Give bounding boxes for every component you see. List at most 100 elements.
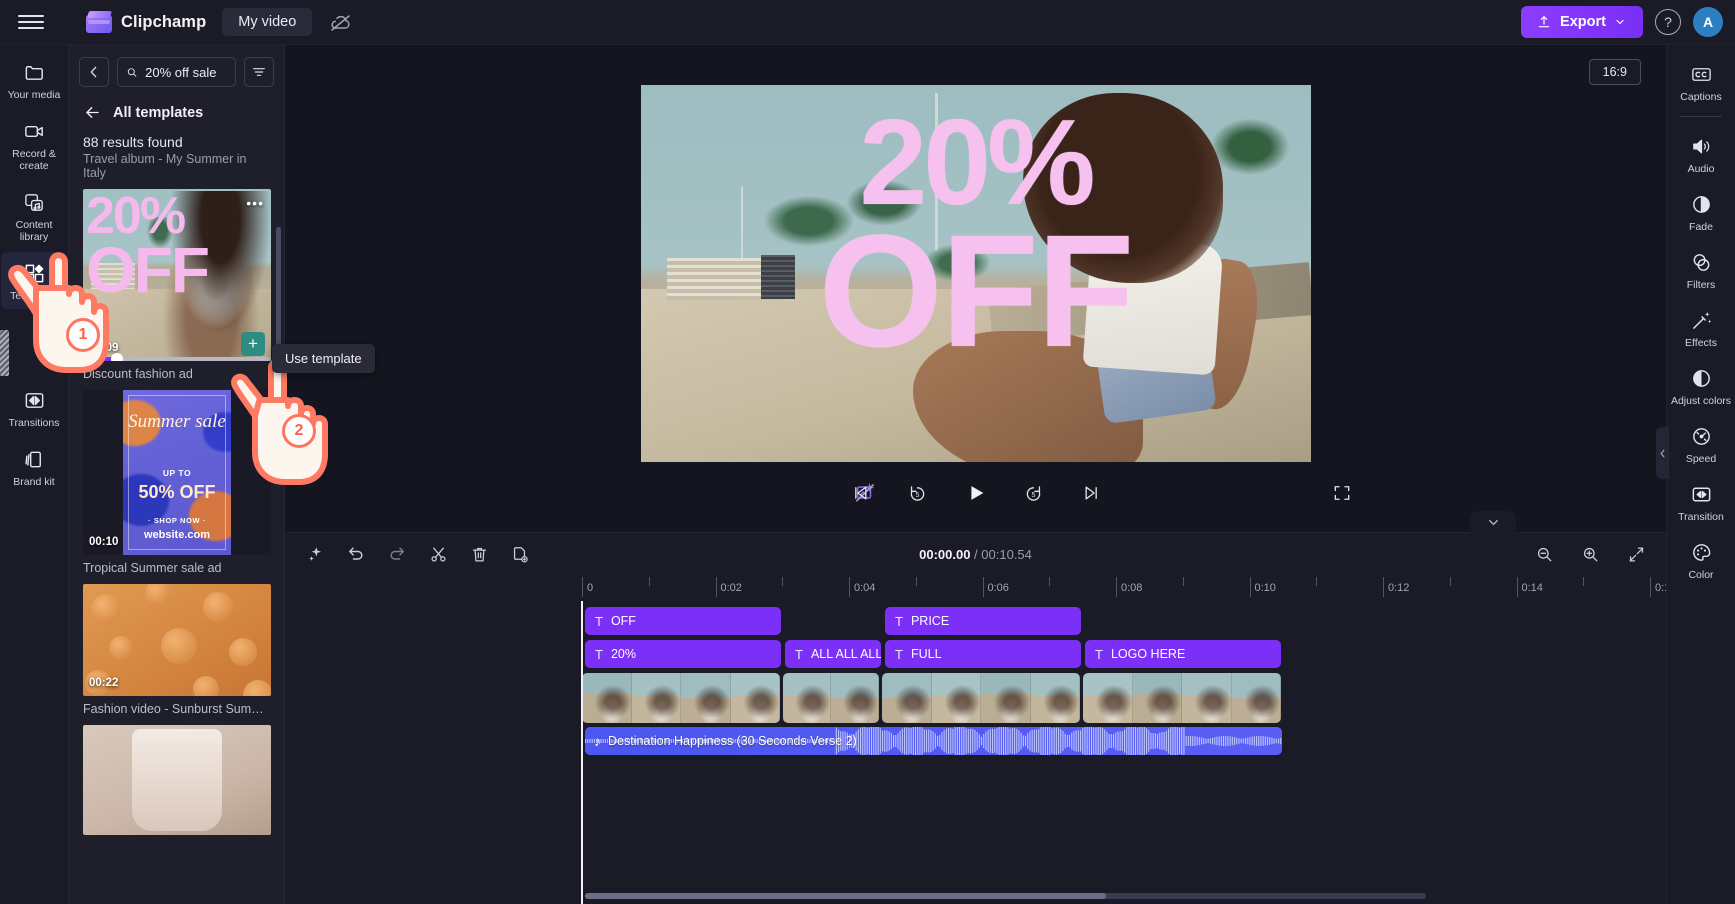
template-card-fashion-video-sunburst[interactable]: 00:22 Fashion video - Sunburst Summer co… [83, 584, 271, 716]
property-item-fade[interactable]: Fade [1668, 183, 1734, 240]
timeline-clip-video[interactable] [1083, 673, 1281, 723]
panel-scrollbar[interactable] [276, 227, 281, 362]
track-text-1: T OFF T PRICE [285, 607, 1666, 635]
play-button[interactable] [962, 479, 990, 507]
template-thumbnail[interactable]: Summer sale UP TO 50% OFF · SHOP NOW · w… [83, 390, 271, 555]
sidebar-label: Content library [15, 219, 53, 243]
project-name-field[interactable]: My video [222, 8, 313, 36]
forward-5-icon[interactable]: 5 [1020, 479, 1048, 507]
sidebar-item-content-library[interactable]: Content library [1, 181, 67, 250]
brand-name: Clipchamp [121, 12, 207, 31]
timeline-clip-audio[interactable]: ♪ Destination Happiness (30 Seconds Verse… [585, 727, 1282, 755]
timeline-horizontal-scrollbar[interactable] [585, 893, 1426, 899]
template-thumbnail[interactable] [83, 725, 271, 835]
search-input[interactable] [145, 64, 227, 80]
sidebar-item-brand-kit[interactable]: Brand kit [1, 438, 67, 495]
zoom-out-icon[interactable] [1532, 542, 1556, 566]
all-templates-back[interactable]: All templates [69, 95, 284, 126]
color-palette-icon [1689, 540, 1713, 564]
right-panel-collapse-button[interactable] [1656, 427, 1669, 479]
sidebar-item-your-media[interactable]: Your media [1, 51, 67, 108]
timeline-clip-text[interactable]: T ALL ALL ALL A [785, 640, 881, 668]
export-button[interactable]: Export [1521, 6, 1643, 38]
clipchamp-logo-icon [86, 11, 113, 33]
property-item-transition[interactable]: Transition [1668, 473, 1734, 530]
zoom-in-icon[interactable] [1578, 542, 1602, 566]
timeline-clip-text[interactable]: T 20% [585, 640, 781, 668]
timeline-clip-text[interactable]: T FULL [885, 640, 1081, 668]
property-item-color[interactable]: Color [1668, 531, 1734, 588]
template-thumbnail[interactable]: 20% OFF ••• 00:09 + [83, 189, 271, 361]
export-label: Export [1560, 14, 1606, 30]
brand-kit-icon [22, 447, 46, 471]
fullscreen-icon[interactable] [1328, 479, 1356, 507]
use-template-plus-button[interactable]: + [241, 332, 265, 356]
hamburger-icon[interactable] [18, 9, 44, 35]
filter-button[interactable] [244, 57, 274, 87]
help-circle-icon[interactable]: ? [1655, 9, 1681, 35]
timeline-ruler[interactable]: 00:020:040:060:080:100:120:140:160: [285, 575, 1666, 601]
more-dots-icon[interactable]: ••• [246, 195, 264, 211]
track-video [285, 673, 1666, 723]
property-label: Filters [1686, 279, 1716, 291]
rewind-5-icon[interactable]: 5 [904, 479, 932, 507]
ruler-minor-tick [1049, 577, 1051, 586]
timeline-clip-video[interactable] [783, 673, 879, 723]
scissors-icon[interactable] [426, 542, 450, 566]
fit-to-timeline-icon[interactable] [1624, 542, 1648, 566]
trash-icon[interactable] [467, 542, 491, 566]
sidebar-item-record-create[interactable]: Record & create [1, 110, 67, 179]
template-card-discount-fashion-ad[interactable]: 20% OFF ••• 00:09 + Discount fashion ad [83, 189, 271, 381]
timeline-clip-text[interactable]: T PRICE [885, 607, 1081, 635]
sidebar-item-transitions[interactable]: Transitions [1, 379, 67, 436]
transition-icon [1689, 482, 1713, 506]
template-name: Discount fashion ad [83, 367, 193, 381]
avatar[interactable]: A [1693, 7, 1723, 37]
property-label: Color [1688, 569, 1714, 581]
skip-to-end-icon[interactable] [1078, 479, 1106, 507]
skip-to-start-icon[interactable] [846, 479, 874, 507]
property-label: Captions [1680, 91, 1722, 103]
template-thumbnail[interactable]: 00:22 [83, 584, 271, 696]
search-box[interactable] [117, 57, 236, 87]
ruler-minor-tick [1182, 577, 1184, 586]
adjust-colors-icon [1689, 366, 1713, 390]
ruler-minor-tick [1449, 577, 1451, 586]
timeline-clip-video[interactable] [882, 673, 1080, 723]
preview-overlay-text: 20% OFF [641, 101, 1311, 370]
property-item-adjust-colors[interactable]: Adjust colors [1668, 357, 1734, 414]
template-card-partial[interactable] [83, 725, 271, 835]
property-item-speed[interactable]: Speed [1668, 415, 1734, 472]
template-scrub-knob[interactable] [111, 353, 124, 361]
redo-icon[interactable] [385, 542, 409, 566]
speedometer-icon [1689, 424, 1713, 448]
ruler-tick-label: 0:10 [1254, 582, 1276, 594]
magic-sparkle-icon[interactable] [303, 542, 327, 566]
property-item-audio[interactable]: Audio [1668, 125, 1734, 182]
timeline-clip-text[interactable]: T OFF [585, 607, 781, 635]
use-template-tooltip: Use template [272, 344, 375, 373]
timeline-clip-text[interactable]: T LOGO HERE [1085, 640, 1281, 668]
sidebar-item-templates[interactable]: Templates [1, 252, 67, 309]
cloud-off-icon[interactable] [328, 9, 354, 35]
content-library-icon [22, 190, 46, 214]
timeline-collapse-button[interactable] [1470, 511, 1516, 533]
property-label: Adjust colors [1670, 395, 1732, 407]
music-note-icon: ♪ [594, 733, 601, 749]
undo-icon[interactable] [344, 542, 368, 566]
panel-back-button[interactable] [79, 57, 109, 87]
sidebar-label: Your media [7, 89, 61, 101]
property-item-effects[interactable]: Effects [1668, 299, 1734, 356]
template-list[interactable]: 20% OFF ••• 00:09 + Discount fashion ad [69, 189, 284, 904]
duplicate-icon[interactable] [508, 542, 532, 566]
template-card-tropical-summer-sale-ad[interactable]: Summer sale UP TO 50% OFF · SHOP NOW · w… [83, 390, 271, 575]
video-preview[interactable]: 20% OFF [640, 85, 1311, 462]
aspect-ratio-button[interactable]: 16:9 [1588, 59, 1641, 85]
playhead[interactable] [581, 601, 583, 904]
ruler-tick-label: 0:04 [854, 582, 876, 594]
property-item-filters[interactable]: Filters [1668, 241, 1734, 298]
timeline-clip-video[interactable] [582, 673, 780, 723]
property-item-captions[interactable]: Captions [1668, 53, 1734, 110]
step-badge-2: 2 [282, 414, 316, 448]
upload-icon [1538, 15, 1550, 28]
